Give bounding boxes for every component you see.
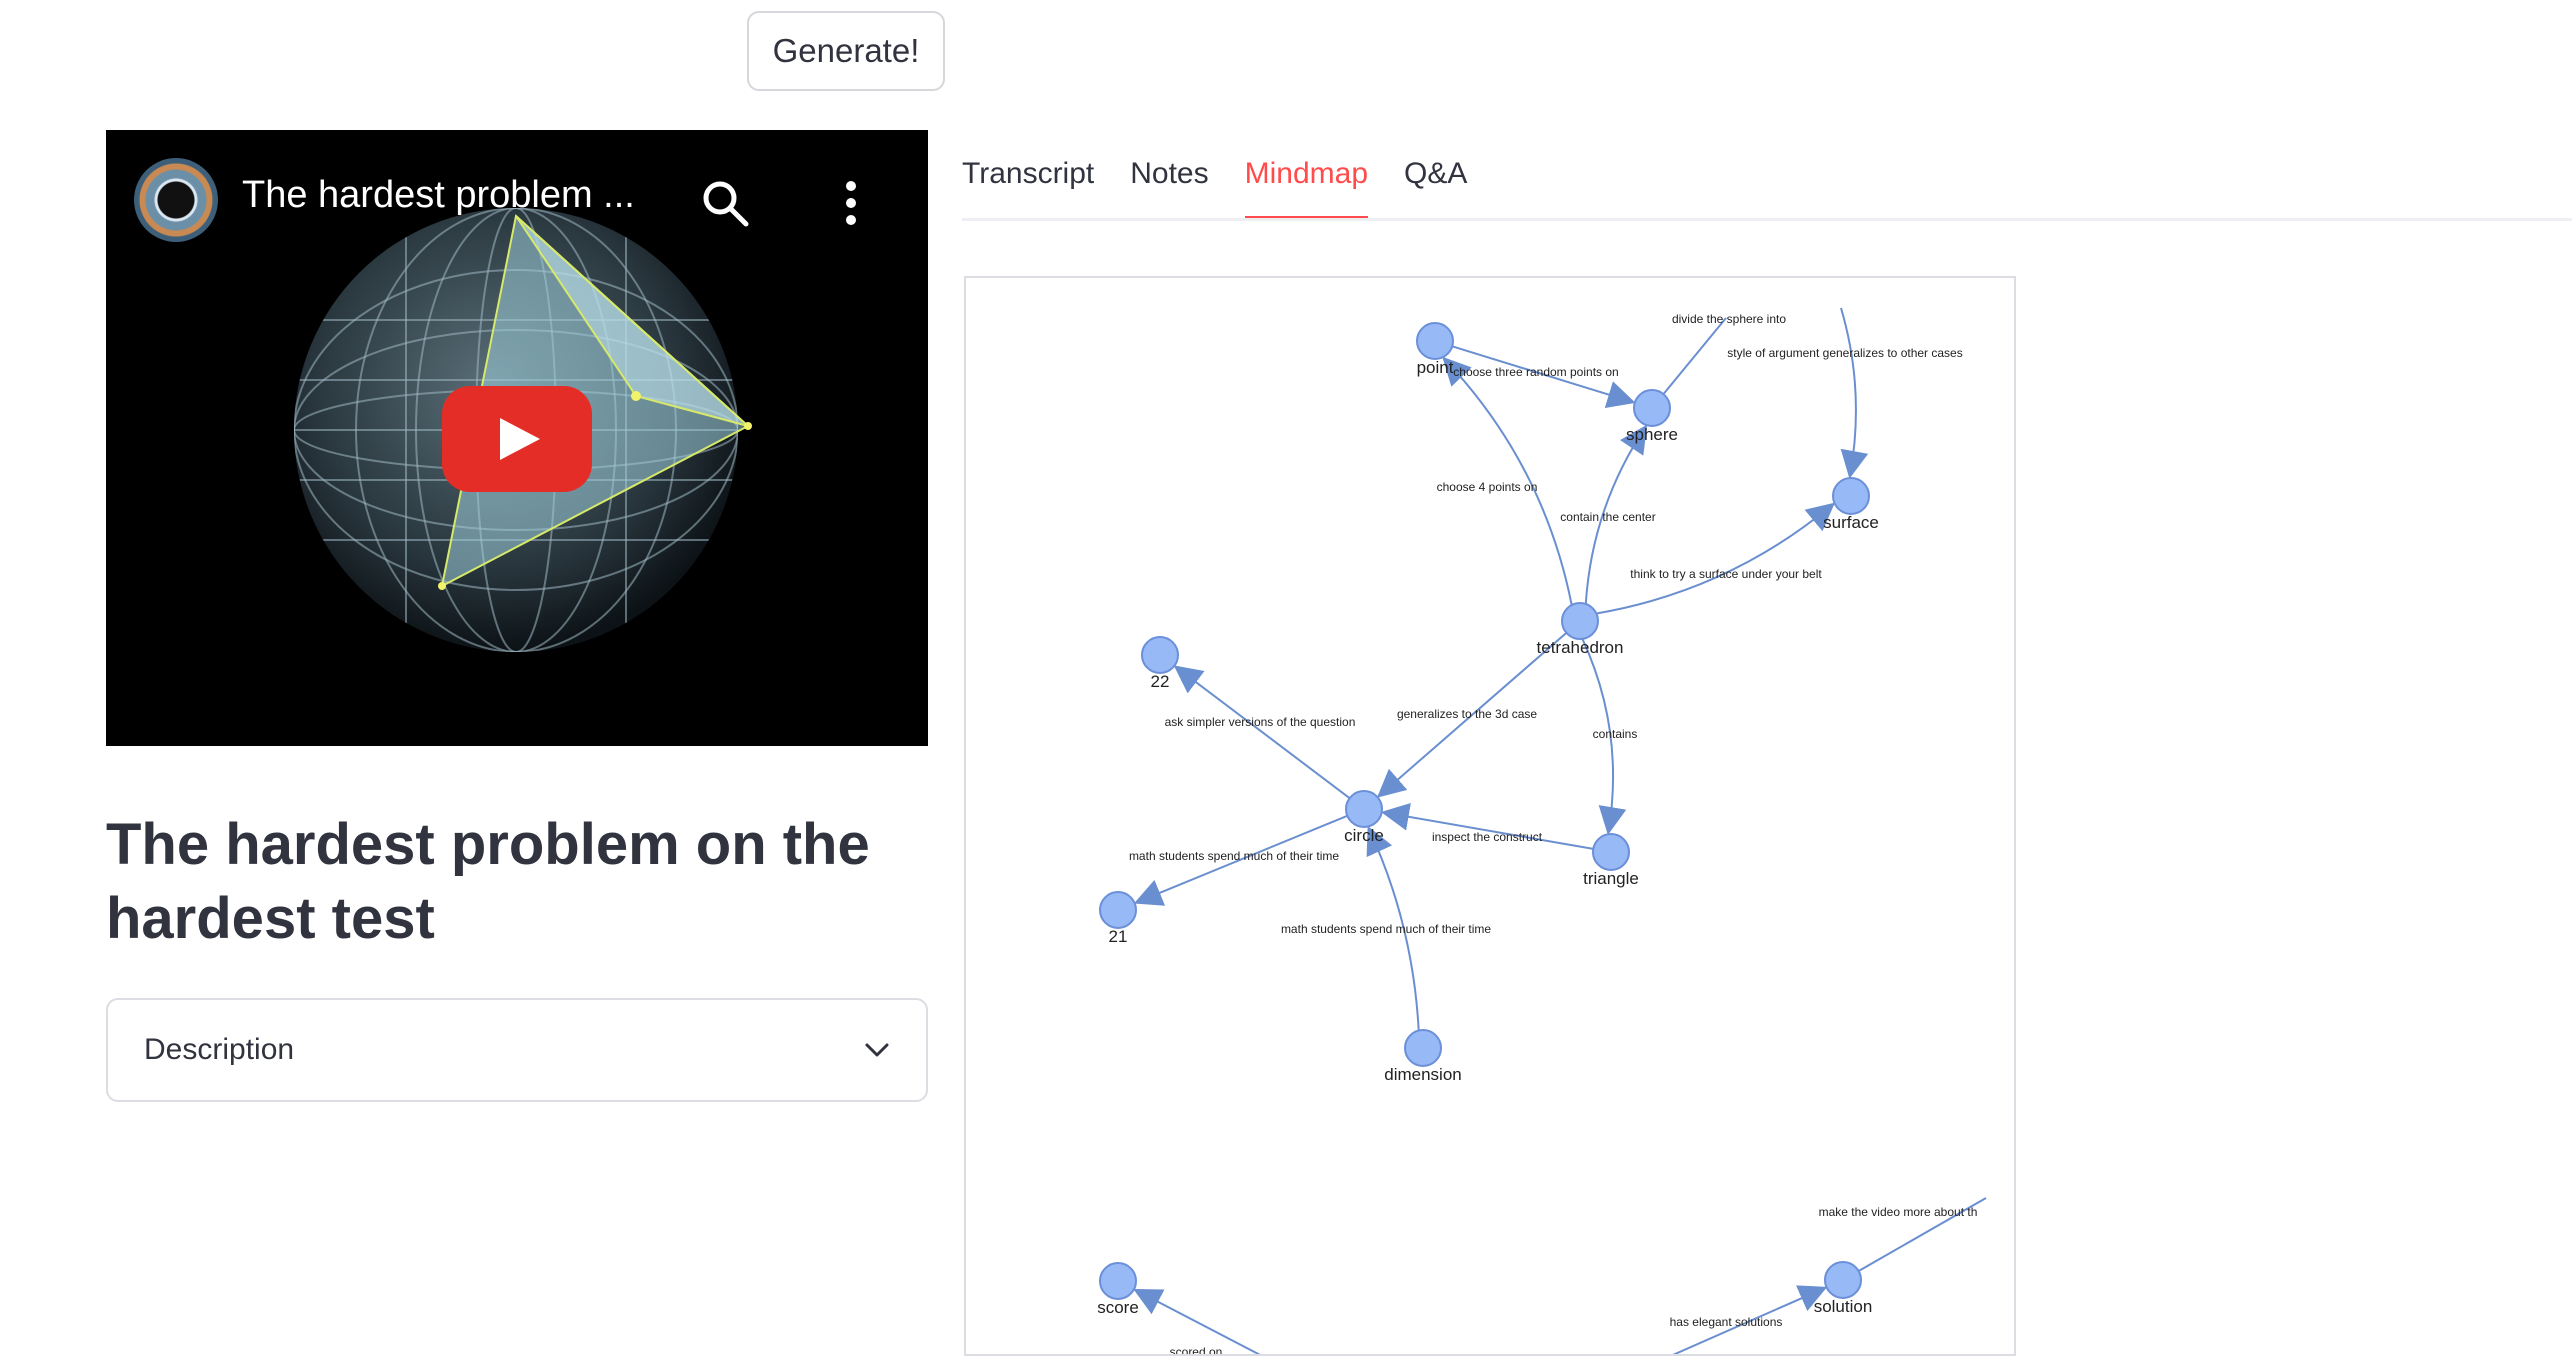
mindmap-node-circle[interactable]: [1404, 1029, 1442, 1067]
mindmap-edge-label: inspect the construct: [1432, 830, 1543, 844]
mindmap-node-score[interactable]: score: [1097, 1262, 1139, 1317]
mindmap-panel[interactable]: choose three random points on choose 4 po…: [964, 276, 2016, 1356]
tab-bar: Transcript Notes Mindmap Q&A: [962, 150, 1485, 220]
mindmap-node-label: dimension: [1384, 1065, 1462, 1084]
mindmap-node-label: 22: [1151, 672, 1170, 691]
mindmap-node-label: sphere: [1626, 425, 1678, 444]
mindmap-edge: [1662, 317, 1727, 395]
mindmap-node-circle[interactable]: [1099, 891, 1137, 929]
mindmap-node-n22[interactable]: 22: [1141, 636, 1179, 691]
mindmap-node-label: circle: [1344, 826, 1384, 845]
mindmap-edge-label: scored on: [1170, 1345, 1223, 1356]
more-vert-icon[interactable]: [836, 176, 866, 230]
tab-qa[interactable]: Q&A: [1386, 150, 1485, 220]
mindmap-edge-label: divide the sphere into: [1672, 312, 1786, 326]
mindmap-edge-label: choose 4 points on: [1437, 480, 1538, 494]
mindmap-node-sphere[interactable]: sphere: [1626, 389, 1678, 444]
tab-divider: [962, 218, 2572, 221]
mindmap-node-dimension[interactable]: dimension: [1384, 1029, 1462, 1084]
mindmap-edge-label: ask simpler versions of the question: [1165, 715, 1356, 729]
mindmap-node-label: triangle: [1583, 869, 1639, 888]
mindmap-edge: [1173, 665, 1351, 799]
mindmap-node-circle[interactable]: circle: [1344, 790, 1384, 845]
mindmap-node-circle[interactable]: [1832, 477, 1870, 515]
tab-mindmap[interactable]: Mindmap: [1227, 150, 1386, 220]
mindmap-node-circle[interactable]: [1416, 322, 1454, 360]
mindmap-node-label: point: [1417, 358, 1454, 377]
tab-notes[interactable]: Notes: [1112, 150, 1226, 220]
chevron-down-icon: [865, 1043, 889, 1057]
mindmap-node-circle[interactable]: [1141, 636, 1179, 674]
mindmap-edge-label: contains: [1593, 727, 1638, 741]
description-expander[interactable]: Description: [106, 998, 928, 1102]
mindmap-node-circle[interactable]: [1099, 1262, 1137, 1300]
mindmap-node-circle[interactable]: [1633, 389, 1671, 427]
mindmap-node-triangle[interactable]: triangle: [1583, 833, 1639, 888]
mindmap-edge-label: math students spend much of their time: [1129, 849, 1339, 863]
search-icon[interactable]: [698, 176, 752, 230]
mindmap-node-n21[interactable]: 21: [1099, 891, 1137, 946]
mindmap-edge-label: generalizes to the 3d case: [1397, 707, 1537, 721]
mindmap-edge: [1840, 307, 1869, 479]
mindmap-node-circle[interactable]: [1592, 833, 1630, 871]
mindmap-edge-label: has elegant solutions: [1670, 1315, 1783, 1329]
mindmap-edge-label: make the video more about th: [1819, 1205, 1978, 1219]
mindmap-node-label: solution: [1814, 1297, 1873, 1316]
video-player[interactable]: The hardest problem ...: [106, 130, 928, 746]
mindmap-edge-label: style of argument generalizes to other c…: [1727, 346, 1962, 360]
mindmap-node-label: 21: [1109, 927, 1128, 946]
youtube-play-icon[interactable]: [442, 386, 592, 492]
video-title[interactable]: The hardest problem ...: [242, 174, 662, 217]
mindmap-node-circle[interactable]: [1345, 790, 1383, 828]
mindmap-edge-label: think to try a surface under your belt: [1630, 567, 1822, 581]
mindmap-node-circle[interactable]: [1561, 602, 1599, 640]
tab-transcript[interactable]: Transcript: [962, 150, 1112, 220]
mindmap-node-circle[interactable]: [1824, 1261, 1862, 1299]
channel-avatar[interactable]: [134, 158, 218, 242]
mindmap-node-label: score: [1097, 1298, 1139, 1317]
generate-button[interactable]: Generate!: [747, 11, 945, 91]
mindmap-node-label: surface: [1823, 513, 1879, 532]
mindmap-node-point[interactable]: point: [1416, 322, 1454, 377]
description-label: Description: [144, 1033, 295, 1066]
mindmap-node-label: tetrahedron: [1537, 638, 1624, 657]
mindmap-edge-label: contain the center: [1560, 510, 1655, 524]
mindmap-edge-label: math students spend much of their time: [1281, 922, 1491, 936]
mindmap-edge-label: choose three random points on: [1453, 365, 1618, 379]
mindmap-graph[interactable]: choose three random points on choose 4 po…: [966, 278, 2016, 1356]
page-title: The hardest problem on the hardest test: [106, 812, 870, 951]
